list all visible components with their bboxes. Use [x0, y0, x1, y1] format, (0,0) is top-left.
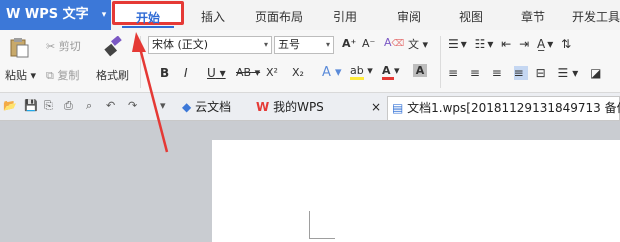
grow-font-button[interactable]: A⁺: [342, 37, 356, 50]
tab-developer[interactable]: 开发工具: [566, 0, 620, 30]
bold-button[interactable]: B: [160, 66, 169, 80]
paragraph-tools-row-1: ☰▾ ☷▾ ⇤ ⇥ A̲▾ ⇅: [448, 37, 573, 51]
margin-corner-mark: [309, 211, 310, 239]
tab-references[interactable]: 引用: [320, 0, 370, 30]
tab-page-layout[interactable]: 页面布局: [244, 0, 314, 30]
paste-icon[interactable]: [8, 36, 30, 58]
document-page[interactable]: [212, 140, 620, 242]
doc-tab-active-label[interactable]: ▤ 文档1.wps[20181129131849713 备份: [392, 97, 620, 119]
font-color-button[interactable]: A ▾: [382, 64, 400, 80]
font-name-select[interactable]: 宋体 (正文) ▾: [148, 36, 272, 54]
paste-button[interactable]: 粘贴 ▾: [5, 67, 36, 83]
align-left-icon[interactable]: ≡: [448, 66, 462, 80]
tab-view[interactable]: 视图: [446, 0, 496, 30]
quick-access-dropdown-icon[interactable]: ▾: [160, 99, 166, 112]
logo-menu-arrow-icon[interactable]: ▾: [97, 0, 111, 30]
highlight-button[interactable]: ab ▾: [350, 64, 373, 80]
tab-insert[interactable]: 插入: [188, 0, 238, 30]
doc-tab-cloud[interactable]: ◆ 云文档: [182, 96, 231, 118]
redo-icon[interactable]: ↷: [128, 99, 137, 112]
paragraph-tools-row-2: ≡ ≡ ≡ ≡ ⊟ ☰▾ ◪: [448, 66, 605, 80]
active-tab-indicator: [122, 26, 174, 28]
superscript-button[interactable]: X²: [266, 66, 278, 79]
align-center-icon[interactable]: ≡: [470, 66, 484, 80]
print-icon[interactable]: ⎙: [64, 99, 73, 113]
chinese-layout-icon[interactable]: A̲▾: [537, 37, 555, 51]
italic-button[interactable]: I: [184, 66, 188, 80]
highlight-icon: ab: [350, 64, 364, 77]
text-effect-button[interactable]: A ▾: [322, 65, 342, 80]
wps-logo-icon: W: [256, 100, 270, 114]
bullet-list-icon[interactable]: ☰▾: [448, 37, 469, 51]
distribute-icon[interactable]: ⊟: [536, 66, 550, 80]
group-divider: [140, 36, 141, 88]
close-my-wps-tab-button[interactable]: ×: [371, 96, 381, 118]
open-icon[interactable]: 📂: [3, 99, 17, 112]
cloud-icon: ◆: [182, 100, 192, 114]
numbered-list-icon[interactable]: ☷▾: [475, 37, 496, 51]
undo-icon[interactable]: ↶: [106, 99, 115, 112]
pinyin-guide-button[interactable]: 文 ▾: [408, 36, 428, 52]
document-icon: ▤: [392, 101, 404, 115]
tab-sections[interactable]: 章节: [508, 0, 558, 30]
cut-icon: ✂: [46, 40, 56, 53]
sort-icon[interactable]: ⇅: [561, 37, 573, 51]
print-preview-icon[interactable]: ⌕: [86, 99, 92, 113]
doc-tab-my-wps[interactable]: W 我的WPS: [256, 96, 324, 118]
align-right-icon[interactable]: ≡: [492, 66, 506, 80]
strikethrough-button[interactable]: AB ▾: [236, 66, 260, 79]
decrease-indent-icon[interactable]: ⇤: [501, 37, 513, 51]
margin-corner-mark: [309, 238, 335, 239]
tab-home[interactable]: 开始: [112, 1, 184, 25]
app-logo[interactable]: W WPS 文字: [0, 0, 97, 30]
shrink-font-button[interactable]: A⁻: [362, 37, 375, 50]
justify-icon[interactable]: ≡: [513, 66, 528, 80]
group-divider: [440, 36, 441, 88]
subscript-button[interactable]: X₂: [292, 66, 304, 79]
char-shading-button[interactable]: A: [413, 64, 427, 77]
line-spacing-icon[interactable]: ☰▾: [557, 66, 582, 80]
clear-format-button[interactable]: A⌫: [384, 36, 404, 49]
cut-button[interactable]: ✂ 剪切: [46, 38, 81, 54]
increase-indent-icon[interactable]: ⇥: [519, 37, 531, 51]
save-icon[interactable]: 💾: [24, 99, 38, 112]
format-painter-button[interactable]: 格式刷: [96, 67, 129, 83]
export-pdf-icon[interactable]: ⎘: [44, 99, 53, 113]
font-size-select[interactable]: 五号 ▾: [274, 36, 334, 54]
shading-icon[interactable]: ◪: [590, 66, 605, 80]
copy-icon: ⧉: [46, 69, 54, 82]
copy-button[interactable]: ⧉ 复制: [46, 67, 79, 83]
underline-button[interactable]: U ▾: [207, 66, 226, 80]
tab-review[interactable]: 审阅: [384, 0, 434, 30]
format-painter-icon[interactable]: [104, 35, 124, 58]
